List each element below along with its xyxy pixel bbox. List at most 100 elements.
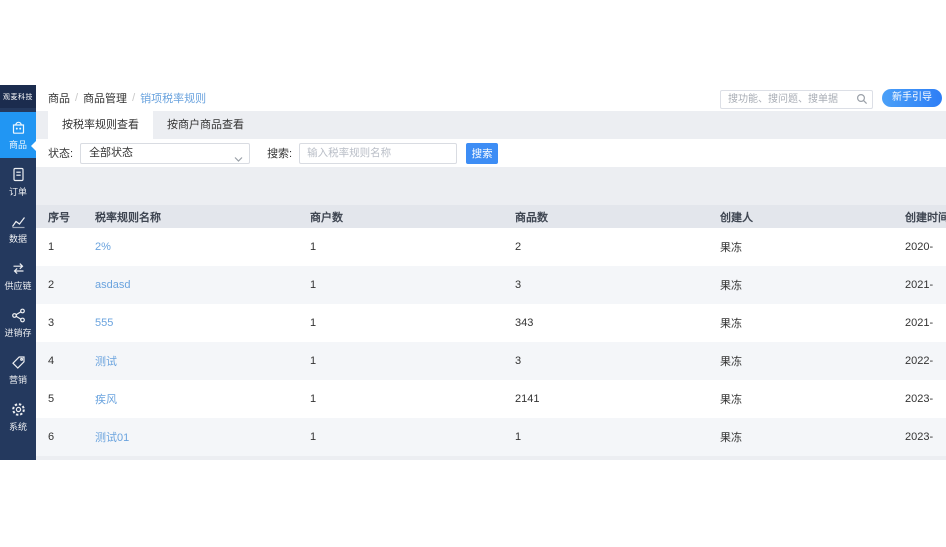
- breadcrumb-level2[interactable]: 商品管理: [83, 90, 127, 106]
- chart-icon: [10, 213, 27, 230]
- created-time: 2020-: [905, 241, 946, 253]
- top-bar: 商品 / 商品管理 / 销项税率规则 新手引导: [36, 85, 946, 111]
- created-time: 2021-: [905, 317, 946, 329]
- merchant-count: 1: [310, 241, 515, 253]
- rule-name-link[interactable]: 疾风: [95, 391, 310, 407]
- global-search: [720, 89, 873, 108]
- chevron-down-icon: [234, 151, 243, 170]
- row-index: 2: [48, 279, 95, 291]
- search-icon[interactable]: [856, 92, 868, 110]
- created-time: 2023-: [905, 431, 946, 443]
- newbie-guide-button[interactable]: 新手引导: [882, 89, 942, 107]
- tax-rule-table: 序号 税率规则名称 商户数 商品数 创建人 创建时间 1 2% 1 2 果冻 2…: [36, 205, 946, 456]
- col-creator: 创建人: [720, 209, 905, 225]
- col-merchants: 商户数: [310, 209, 515, 225]
- col-created: 创建时间: [905, 209, 946, 225]
- breadcrumb-separator: /: [75, 92, 78, 104]
- tab-bar: 按税率规则查看 按商户商品查看: [36, 111, 946, 139]
- created-time: 2022-: [905, 355, 946, 367]
- content-spacer: [36, 167, 946, 205]
- col-products: 商品数: [515, 209, 720, 225]
- creator: 果冻: [720, 429, 905, 445]
- product-count: 343: [515, 317, 720, 329]
- tag-icon: [10, 354, 27, 371]
- table-header-row: 序号 税率规则名称 商户数 商品数 创建人 创建时间: [36, 205, 946, 228]
- creator: 果冻: [720, 353, 905, 369]
- app-logo: 观麦科技: [0, 85, 36, 108]
- sidebar-item-supply-chain[interactable]: 供应链: [0, 253, 36, 299]
- table-row: 3 555 1 343 果冻 2021-: [36, 304, 946, 342]
- product-count: 2: [515, 241, 720, 253]
- breadcrumb: 商品 / 商品管理 / 销项税率规则: [48, 90, 206, 106]
- product-count: 3: [515, 279, 720, 291]
- sidebar-item-data[interactable]: 数据: [0, 206, 36, 252]
- table-row: 5 疾风 1 2141 果冻 2023-: [36, 380, 946, 418]
- bag-icon: [10, 119, 27, 136]
- sidebar-item-orders[interactable]: 订单: [0, 159, 36, 205]
- merchant-count: 1: [310, 431, 515, 443]
- breadcrumb-current: 销项税率规则: [140, 90, 206, 106]
- global-search-input[interactable]: [720, 90, 873, 109]
- row-index: 5: [48, 393, 95, 405]
- breadcrumb-level1[interactable]: 商品: [48, 90, 70, 106]
- col-rule-name: 税率规则名称: [95, 209, 310, 225]
- sidebar-item-label: 订单: [9, 185, 27, 198]
- topbar-right: 新手引导: [720, 89, 942, 108]
- rule-name-link[interactable]: asdasd: [95, 279, 310, 291]
- share-nodes-icon: [10, 307, 27, 324]
- product-count: 3: [515, 355, 720, 367]
- order-icon: [10, 166, 27, 183]
- product-count: 2141: [515, 393, 720, 405]
- status-select[interactable]: 全部状态: [80, 143, 250, 164]
- creator: 果冻: [720, 277, 905, 293]
- table-row: 2 asdasd 1 3 果冻 2021-: [36, 266, 946, 304]
- rule-name-input[interactable]: [299, 143, 457, 164]
- tab-by-merchant-goods[interactable]: 按商户商品查看: [153, 111, 258, 139]
- sidebar-item-label: 数据: [9, 232, 27, 245]
- filter-bar: 状态: 全部状态 搜索: 搜索: [36, 139, 946, 167]
- sidebar-item-marketing[interactable]: 营销: [0, 347, 36, 393]
- rule-name-link[interactable]: 2%: [95, 241, 310, 253]
- sidebar-item-label: 进销存: [4, 326, 31, 339]
- rule-name-link[interactable]: 测试01: [95, 429, 310, 445]
- sidebar-item-label: 营销: [9, 373, 27, 386]
- row-index: 6: [48, 431, 95, 443]
- merchant-count: 1: [310, 279, 515, 291]
- sidebar-menu: 商品 订单 数据: [0, 112, 36, 441]
- app-window: 观麦科技 商品 订单: [0, 85, 946, 460]
- merchant-count: 1: [310, 317, 515, 329]
- supply-arrows-icon: [10, 260, 27, 277]
- sidebar-item-goods[interactable]: 商品: [0, 112, 36, 158]
- creator: 果冻: [720, 391, 905, 407]
- breadcrumb-separator: /: [132, 92, 135, 104]
- sidebar-item-label: 系统: [9, 420, 27, 433]
- main-content: 商品 / 商品管理 / 销项税率规则 新手引导 按税率规则查: [36, 85, 946, 460]
- product-count: 1: [515, 431, 720, 443]
- rule-name-link[interactable]: 555: [95, 317, 310, 329]
- row-index: 4: [48, 355, 95, 367]
- merchant-count: 1: [310, 393, 515, 405]
- table-row: 1 2% 1 2 果冻 2020-: [36, 228, 946, 266]
- sidebar: 观麦科技 商品 订单: [0, 85, 36, 460]
- status-select-value: 全部状态: [89, 147, 133, 159]
- sidebar-item-label: 商品: [9, 138, 27, 151]
- row-index: 1: [48, 241, 95, 253]
- rule-name-link[interactable]: 测试: [95, 353, 310, 369]
- creator: 果冻: [720, 239, 905, 255]
- sidebar-item-inventory[interactable]: 进销存: [0, 300, 36, 346]
- sidebar-item-system[interactable]: 系统: [0, 394, 36, 440]
- creator: 果冻: [720, 315, 905, 331]
- search-button[interactable]: 搜索: [466, 143, 498, 164]
- gear-icon: [10, 401, 27, 418]
- tab-by-tax-rule[interactable]: 按税率规则查看: [48, 111, 153, 139]
- col-index: 序号: [48, 209, 95, 225]
- status-label: 状态:: [48, 145, 73, 161]
- created-time: 2021-: [905, 279, 946, 291]
- table-row: 6 测试01 1 1 果冻 2023-: [36, 418, 946, 456]
- search-label: 搜索:: [267, 145, 292, 161]
- created-time: 2023-: [905, 393, 946, 405]
- merchant-count: 1: [310, 355, 515, 367]
- table-row: 4 测试 1 3 果冻 2022-: [36, 342, 946, 380]
- row-index: 3: [48, 317, 95, 329]
- sidebar-item-label: 供应链: [4, 279, 31, 292]
